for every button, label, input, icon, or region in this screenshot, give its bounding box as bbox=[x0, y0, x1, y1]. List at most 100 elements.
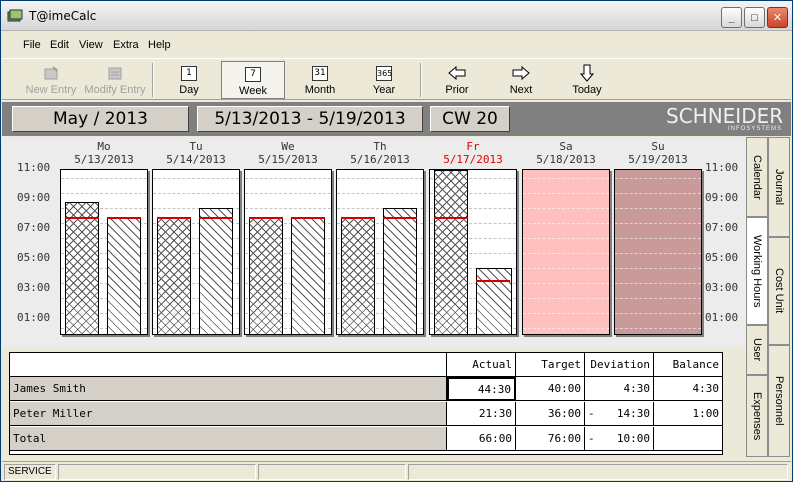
modify-entry-icon bbox=[108, 67, 122, 79]
actual-hours-bar[interactable] bbox=[65, 202, 99, 334]
gridline bbox=[245, 193, 331, 194]
worked-hours-bar[interactable] bbox=[476, 268, 512, 334]
gridline bbox=[615, 253, 701, 254]
maximize-button[interactable]: □ bbox=[744, 7, 765, 28]
title-bar[interactable]: T@imeCalc _ □ ✕ bbox=[1, 1, 792, 31]
day-column[interactable] bbox=[152, 169, 240, 335]
column-header-deviation[interactable]: Deviation bbox=[585, 353, 654, 377]
prior-button[interactable]: Prior bbox=[430, 61, 484, 99]
day-abbr: Su bbox=[651, 140, 665, 153]
gridline bbox=[615, 178, 701, 179]
menu-extra[interactable]: Extra bbox=[113, 39, 139, 51]
cell-deviation[interactable]: - 14:30 bbox=[585, 402, 654, 426]
menu-view[interactable]: View bbox=[79, 39, 103, 51]
menu-help[interactable]: Help bbox=[148, 39, 171, 51]
new-entry-button[interactable]: New Entry bbox=[22, 61, 80, 99]
column-header-target[interactable]: Target bbox=[516, 353, 585, 377]
y-axis-tick: 01:00 bbox=[705, 311, 739, 324]
cell-target[interactable]: 76:00 bbox=[516, 427, 585, 451]
row-name[interactable]: Peter Miller bbox=[10, 402, 447, 426]
tab-calendar-label: Calendar bbox=[751, 154, 763, 200]
close-icon: ✕ bbox=[772, 12, 783, 24]
tab-user-label: User bbox=[751, 338, 763, 362]
day-header[interactable]: Sa 5/18/2013 bbox=[522, 140, 610, 166]
close-button[interactable]: ✕ bbox=[767, 7, 788, 28]
cell-deviation[interactable]: 4:30 bbox=[585, 377, 654, 401]
gridline bbox=[615, 313, 701, 314]
menu-file[interactable]: File bbox=[23, 39, 41, 51]
cell-target[interactable]: 36:00 bbox=[516, 402, 585, 426]
day-header[interactable]: Su 5/19/2013 bbox=[614, 140, 702, 166]
actual-hours-bar[interactable] bbox=[434, 170, 468, 334]
day-header[interactable]: Mo 5/13/2013 bbox=[60, 140, 148, 166]
app-window: T@imeCalc _ □ ✕ File Edit View Extra Hel… bbox=[0, 0, 793, 482]
day-calendar-icon: 1 bbox=[181, 65, 197, 81]
cell-actual[interactable]: 44:30 bbox=[447, 377, 516, 401]
day-date: 5/13/2013 bbox=[74, 153, 134, 166]
minimize-button[interactable]: _ bbox=[721, 7, 742, 28]
worked-hours-bar[interactable] bbox=[291, 217, 325, 334]
next-button[interactable]: Next bbox=[494, 61, 548, 99]
gridline bbox=[153, 178, 239, 179]
day-column[interactable] bbox=[429, 169, 517, 335]
target-line bbox=[341, 217, 375, 219]
tab-journal[interactable]: Journal bbox=[768, 137, 790, 237]
menu-edit[interactable]: Edit bbox=[50, 39, 69, 51]
tab-cost-unit[interactable]: Cost Unit bbox=[768, 237, 790, 345]
worked-hours-bar[interactable] bbox=[107, 217, 141, 334]
day-view-button[interactable]: 1 Day bbox=[162, 61, 216, 99]
prior-label: Prior bbox=[445, 84, 469, 96]
day-header[interactable]: Fr 5/17/2013 bbox=[429, 140, 517, 166]
column-header-balance[interactable]: Balance bbox=[654, 353, 723, 377]
status-pane bbox=[58, 464, 256, 480]
year-label: Year bbox=[372, 84, 396, 96]
worked-hours-bar[interactable] bbox=[199, 208, 233, 334]
day-abbr: Fr bbox=[466, 140, 480, 153]
row-name[interactable]: Total bbox=[10, 427, 447, 451]
logo-text: SCHNEIDER bbox=[666, 104, 784, 128]
actual-hours-bar[interactable] bbox=[249, 217, 283, 334]
today-button[interactable]: Today bbox=[559, 61, 615, 99]
day-header[interactable]: We 5/15/2013 bbox=[244, 140, 332, 166]
day-header[interactable]: Th 5/16/2013 bbox=[336, 140, 424, 166]
cell-balance[interactable]: 1:00 bbox=[654, 402, 723, 426]
day-column[interactable] bbox=[244, 169, 332, 335]
modify-entry-button[interactable]: Modify Entry bbox=[82, 61, 148, 99]
actual-hours-bar[interactable] bbox=[157, 217, 191, 334]
day-column[interactable] bbox=[522, 169, 610, 335]
cell-balance[interactable] bbox=[654, 427, 723, 451]
day-header[interactable]: Tu 5/14/2013 bbox=[152, 140, 240, 166]
cell-deviation[interactable]: - 10:00 bbox=[585, 427, 654, 451]
tab-expenses[interactable]: Expenses bbox=[746, 375, 768, 457]
cell-actual[interactable]: 21:30 bbox=[447, 402, 516, 426]
month-view-button[interactable]: 31 Month bbox=[292, 61, 348, 99]
day-date: 5/18/2013 bbox=[536, 153, 596, 166]
arrow-left-icon bbox=[448, 66, 466, 80]
cell-target[interactable]: 40:00 bbox=[516, 377, 585, 401]
hours-summary-table: Actual Target Deviation Balance James Sm… bbox=[9, 352, 723, 455]
day-date: 5/14/2013 bbox=[166, 153, 226, 166]
day-date: 5/16/2013 bbox=[350, 153, 410, 166]
day-column[interactable] bbox=[614, 169, 702, 335]
cell-balance[interactable]: 4:30 bbox=[654, 377, 723, 401]
tab-user[interactable]: User bbox=[746, 325, 768, 375]
tab-working-hours[interactable]: Working Hours bbox=[746, 217, 768, 325]
status-bar: SERVICE bbox=[2, 461, 791, 481]
y-axis-tick: 07:00 bbox=[17, 221, 51, 234]
tab-calendar[interactable]: Calendar bbox=[746, 137, 768, 217]
tab-personnel[interactable]: Personnel bbox=[768, 345, 790, 457]
actual-hours-bar[interactable] bbox=[341, 217, 375, 334]
y-axis-tick: 05:00 bbox=[17, 251, 51, 264]
tab-working-hours-label: Working Hours bbox=[751, 234, 763, 308]
worked-hours-bar[interactable] bbox=[383, 208, 417, 334]
row-name[interactable]: James Smith bbox=[10, 377, 447, 401]
day-abbr: We bbox=[281, 140, 295, 153]
gridline bbox=[615, 328, 701, 329]
column-header-actual[interactable]: Actual bbox=[447, 353, 516, 377]
week-view-button[interactable]: 7 Week bbox=[221, 61, 285, 99]
cell-actual[interactable]: 66:00 bbox=[447, 427, 516, 451]
day-date: 5/15/2013 bbox=[258, 153, 318, 166]
year-view-button[interactable]: 365 Year bbox=[358, 61, 410, 99]
day-column[interactable] bbox=[336, 169, 424, 335]
day-column[interactable] bbox=[60, 169, 148, 335]
